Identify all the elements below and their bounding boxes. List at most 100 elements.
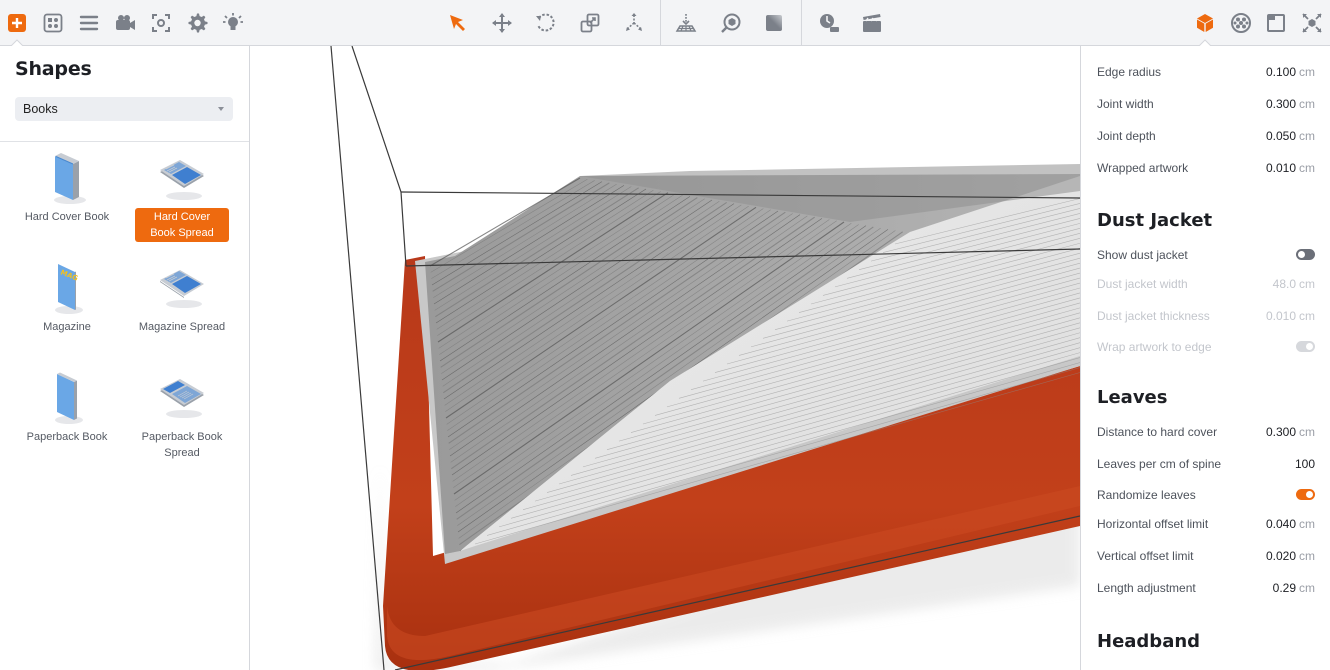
properties-panel: Edge radius 0.100 cm Joint width 0.300 cm … xyxy=(1080,46,1330,670)
prop-horizontal-offset-limit[interactable]: Horizontal offset limit 0.040 cm xyxy=(1097,514,1315,534)
prop-number: 0.100 xyxy=(1265,65,1296,79)
light-icon xyxy=(223,13,243,30)
hard-cover-book-icon xyxy=(37,150,97,206)
material-button[interactable] xyxy=(760,9,788,37)
shape-item-label: Hard Cover Book Spread xyxy=(135,208,229,242)
prop-value[interactable]: 0.010 cm xyxy=(1266,161,1315,175)
prop-number: 0.040 xyxy=(1265,517,1296,531)
shape-item-label: Hard Cover Book xyxy=(24,211,110,223)
prop-label: Leaves per cm of spine xyxy=(1097,457,1222,471)
prop-unit: cm xyxy=(1299,309,1315,323)
prop-joint-width[interactable]: Joint width 0.300 cm xyxy=(1097,94,1315,114)
list-button[interactable] xyxy=(75,9,103,37)
layout-grid-icon xyxy=(43,13,63,33)
paperback-book-spread-icon xyxy=(152,370,212,426)
prop-value[interactable]: 0.040 cm xyxy=(1266,517,1315,531)
prop-leaves-per-cm[interactable]: Leaves per cm of spine 100 xyxy=(1097,454,1315,474)
object-properties-button[interactable] xyxy=(1191,9,1219,37)
section-title-leaves: Leaves xyxy=(1097,387,1168,408)
prop-label: Dust jacket width xyxy=(1097,277,1188,291)
material-icon xyxy=(766,15,782,31)
shape-item-label: Magazine Spread xyxy=(138,321,226,333)
prop-label: Vertical offset limit xyxy=(1097,549,1194,563)
shape-item-paperback-book[interactable]: Paperback Book xyxy=(17,370,117,446)
camera-button[interactable] xyxy=(111,9,139,37)
prop-length-adjustment[interactable]: Length adjustment 0.29 cm xyxy=(1097,578,1315,598)
category-dropdown[interactable]: Books xyxy=(15,97,233,121)
move-icon xyxy=(492,13,512,33)
panel-divider xyxy=(0,141,249,142)
randomize-leaves-toggle[interactable] xyxy=(1296,489,1315,500)
shape-item-label: Paperback Book xyxy=(26,431,108,443)
prop-distance-to-hard-cover[interactable]: Distance to hard cover 0.300 cm xyxy=(1097,422,1315,442)
animation-button[interactable] xyxy=(858,9,886,37)
prop-value[interactable]: 0.29 cm xyxy=(1273,581,1315,595)
show-dust-jacket-toggle[interactable] xyxy=(1296,249,1315,260)
prop-label: Joint width xyxy=(1097,97,1154,111)
section-title-dust-jacket: Dust Jacket xyxy=(1097,210,1213,231)
prop-value[interactable]: 0.100 cm xyxy=(1266,65,1315,79)
prop-value[interactable]: 0.050 cm xyxy=(1266,129,1315,143)
hard-cover-book-spread-icon xyxy=(152,150,212,206)
texture-ball-icon xyxy=(1231,13,1251,33)
prop-value[interactable]: 100 xyxy=(1295,457,1315,471)
prop-dust-jacket-width: Dust jacket width 48.0 cm xyxy=(1097,274,1315,294)
lighting-button[interactable] xyxy=(219,9,247,37)
pivot-icon xyxy=(626,13,642,31)
prop-unit: cm xyxy=(1299,277,1315,291)
inspect-object-icon xyxy=(721,13,741,33)
prop-dust-jacket-thickness: Dust jacket thickness 0.010 cm xyxy=(1097,306,1315,326)
select-tool-button[interactable] xyxy=(444,9,472,37)
drop-to-floor-icon xyxy=(675,14,697,32)
rotate-tool-button[interactable] xyxy=(531,9,559,37)
prop-randomize-leaves: Randomize leaves xyxy=(1097,485,1315,505)
object-properties-icon xyxy=(1197,14,1213,32)
prop-number: 0.29 xyxy=(1272,581,1296,595)
add-shape-button[interactable] xyxy=(3,9,31,37)
prop-wrapped-artwork[interactable]: Wrapped artwork 0.010 cm xyxy=(1097,158,1315,178)
prop-unit: cm xyxy=(1299,161,1315,175)
shape-item-label: Paperback Book Spread xyxy=(141,431,223,459)
prop-value[interactable]: 0.300 cm xyxy=(1266,97,1315,111)
frame-button[interactable] xyxy=(1262,9,1290,37)
3d-viewport[interactable] xyxy=(250,46,1080,670)
paperback-book-icon xyxy=(37,370,97,426)
drop-to-floor-button[interactable] xyxy=(672,9,700,37)
fit-view-button[interactable] xyxy=(1298,9,1326,37)
shape-item-magazine[interactable]: MAG Magazine xyxy=(17,260,117,336)
prop-unit: cm xyxy=(1299,549,1315,563)
prop-edge-radius[interactable]: Edge radius 0.100 cm xyxy=(1097,62,1315,82)
shape-item-magazine-spread[interactable]: Magazine Spread xyxy=(132,260,232,336)
shape-item-paperback-book-spread[interactable]: Paperback Book Spread xyxy=(132,370,232,462)
scale-tool-button[interactable] xyxy=(576,9,604,37)
layout-button[interactable] xyxy=(39,9,67,37)
chevron-down-icon xyxy=(218,107,224,111)
settings-gear-icon xyxy=(188,13,208,33)
shape-item-hard-cover-book[interactable]: Hard Cover Book xyxy=(17,150,117,226)
prop-show-dust-jacket: Show dust jacket xyxy=(1097,245,1315,265)
focus-button[interactable] xyxy=(147,9,175,37)
prop-unit: cm xyxy=(1299,581,1315,595)
frame-icon xyxy=(1267,14,1285,32)
prop-value[interactable]: 0.300 cm xyxy=(1266,425,1315,439)
panel-title: Shapes xyxy=(15,58,92,80)
texture-button[interactable] xyxy=(1227,9,1255,37)
shape-item-hard-cover-book-spread[interactable]: Hard Cover Book Spread xyxy=(132,150,232,242)
list-icon xyxy=(79,15,99,31)
settings-button[interactable] xyxy=(183,9,211,37)
prop-vertical-offset-limit[interactable]: Vertical offset limit 0.020 cm xyxy=(1097,546,1315,566)
scene-render xyxy=(330,46,1080,670)
prop-unit: cm xyxy=(1299,517,1315,531)
time-of-day-button[interactable] xyxy=(815,9,843,37)
inspect-object-button[interactable] xyxy=(717,9,745,37)
prop-value: 48.0 cm xyxy=(1273,277,1315,291)
prop-joint-depth[interactable]: Joint depth 0.050 cm xyxy=(1097,126,1315,146)
magazine-spread-icon xyxy=(152,260,212,316)
focus-icon xyxy=(152,14,170,32)
app-window: Shapes Books Hard Cover Book Hard Cover … xyxy=(0,0,1330,670)
pivot-tool-button[interactable] xyxy=(620,9,648,37)
prop-value[interactable]: 0.020 cm xyxy=(1266,549,1315,563)
prop-number: 0.020 xyxy=(1265,549,1296,563)
prop-label: Distance to hard cover xyxy=(1097,425,1218,439)
move-tool-button[interactable] xyxy=(488,9,516,37)
